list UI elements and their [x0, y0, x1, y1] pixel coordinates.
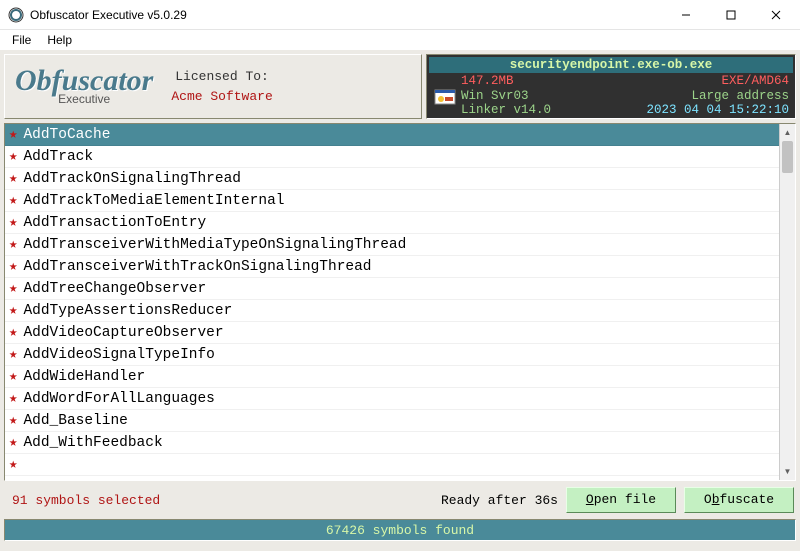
star-icon: ★ — [9, 302, 17, 319]
file-arch: EXE/AMD64 — [599, 74, 789, 88]
logo-sub: Executive — [58, 92, 110, 106]
logo-main: Obfuscator — [15, 67, 153, 94]
file-linker: Linker v14.0 — [461, 103, 599, 117]
symbol-name: AddWordForAllLanguages — [23, 391, 214, 407]
star-icon: ★ — [9, 346, 17, 363]
symbol-name: Add_WithFeedback — [23, 435, 162, 451]
symbol-row[interactable]: ★ AddTreeChangeObserver — [5, 278, 779, 300]
star-icon: ★ — [9, 148, 17, 165]
exe-icon — [433, 84, 457, 108]
window-title: Obfuscator Executive v5.0.29 — [30, 8, 187, 22]
star-icon: ★ — [9, 170, 17, 187]
selection-status: 91 symbols selected — [6, 493, 160, 508]
star-icon: ★ — [9, 434, 17, 451]
file-flag: Large address — [599, 89, 789, 103]
star-icon: ★ — [9, 456, 17, 473]
symbol-name: AddTrackToMediaElementInternal — [23, 193, 284, 209]
star-icon: ★ — [9, 236, 17, 253]
scrollbar[interactable]: ▲ ▼ — [779, 124, 795, 480]
star-icon: ★ — [9, 390, 17, 407]
symbol-name: AddTransceiverWithTrackOnSignalingThread — [23, 259, 371, 275]
symbol-row[interactable]: ★ AddTrackToMediaElementInternal — [5, 190, 779, 212]
file-size: 147.2MB — [461, 74, 599, 88]
star-icon: ★ — [9, 280, 17, 297]
license-company: Acme Software — [171, 87, 272, 107]
scroll-up-button[interactable]: ▲ — [780, 124, 795, 141]
license-block: Licensed To: Acme Software — [171, 67, 272, 106]
symbol-row[interactable]: ★ AddTypeAssertionsReducer — [5, 300, 779, 322]
scroll-down-button[interactable]: ▼ — [780, 463, 795, 480]
symbol-name: AddToCache — [23, 127, 110, 143]
symbol-row[interactable]: ★ AddTransactionToEntry — [5, 212, 779, 234]
symbol-name: AddVideoSignalTypeInfo — [23, 347, 214, 363]
symbol-name: AddTreeChangeObserver — [23, 281, 206, 297]
titlebar: Obfuscator Executive v5.0.29 — [0, 0, 800, 30]
obfuscate-button[interactable]: Obfuscate — [684, 487, 794, 513]
symbol-name: AddVideoCaptureObserver — [23, 325, 223, 341]
symbol-row[interactable]: ★ — [5, 454, 779, 476]
maximize-button[interactable] — [708, 0, 753, 29]
star-icon: ★ — [9, 258, 17, 275]
star-icon: ★ — [9, 192, 17, 209]
symbol-row[interactable]: ★ AddVideoSignalTypeInfo — [5, 344, 779, 366]
symbol-row[interactable]: ★ Add_Baseline — [5, 410, 779, 432]
symbol-name: AddWideHandler — [23, 369, 145, 385]
symbol-row[interactable]: ★ AddVideoCaptureObserver — [5, 322, 779, 344]
file-timestamp: 2023 04 04 15:22:10 — [599, 103, 789, 117]
symbol-row[interactable]: ★ AddToCache — [5, 124, 779, 146]
menubar: File Help — [0, 30, 800, 50]
symbol-row[interactable]: ★ AddTrackOnSignalingThread — [5, 168, 779, 190]
symbol-row[interactable]: ★ AddWideHandler — [5, 366, 779, 388]
symbol-name: AddTrack — [23, 149, 93, 165]
star-icon: ★ — [9, 412, 17, 429]
file-info-panel: securityendpoint.exe-ob.exe 147.2MB EXE/… — [426, 54, 796, 119]
symbol-name: Add_Baseline — [23, 413, 127, 429]
symbol-list[interactable]: ★ AddToCache ★ AddTrack ★ AddTrackOnSignaling… — [4, 123, 796, 481]
open-file-button[interactable]: Open file — [566, 487, 676, 513]
symbol-row[interactable]: ★ AddTrack — [5, 146, 779, 168]
minimize-button[interactable] — [663, 0, 708, 29]
symbol-name: AddTransceiverWithMediaTypeOnSignalingTh… — [23, 237, 406, 253]
star-icon: ★ — [9, 368, 17, 385]
symbol-row[interactable]: ★ AddTransceiverWithTrackOnSignalingThrea… — [5, 256, 779, 278]
app-icon — [8, 7, 24, 23]
star-icon: ★ — [9, 324, 17, 341]
symbol-name: AddTypeAssertionsReducer — [23, 303, 232, 319]
scroll-thumb[interactable] — [782, 141, 793, 173]
file-os: Win Svr03 — [461, 89, 599, 103]
star-icon: ★ — [9, 214, 17, 231]
symbol-row[interactable]: ★ Add_WithFeedback — [5, 432, 779, 454]
menu-help[interactable]: Help — [39, 31, 80, 49]
menu-file[interactable]: File — [4, 31, 39, 49]
symbol-row[interactable]: ★ AddTransceiverWithMediaTypeOnSignalingT… — [5, 234, 779, 256]
ready-status: Ready after 36s — [441, 493, 558, 508]
footer-status: 67426 symbols found — [4, 519, 796, 541]
file-name: securityendpoint.exe-ob.exe — [429, 57, 793, 73]
logo-panel: Obfuscator Executive Licensed To: Acme S… — [4, 54, 422, 119]
symbol-name: AddTrackOnSignalingThread — [23, 171, 241, 187]
symbol-row[interactable]: ★ AddWordForAllLanguages — [5, 388, 779, 410]
close-button[interactable] — [753, 0, 798, 29]
license-label: Licensed To: — [171, 67, 272, 87]
symbol-name: AddTransactionToEntry — [23, 215, 206, 231]
star-icon: ★ — [9, 126, 17, 143]
